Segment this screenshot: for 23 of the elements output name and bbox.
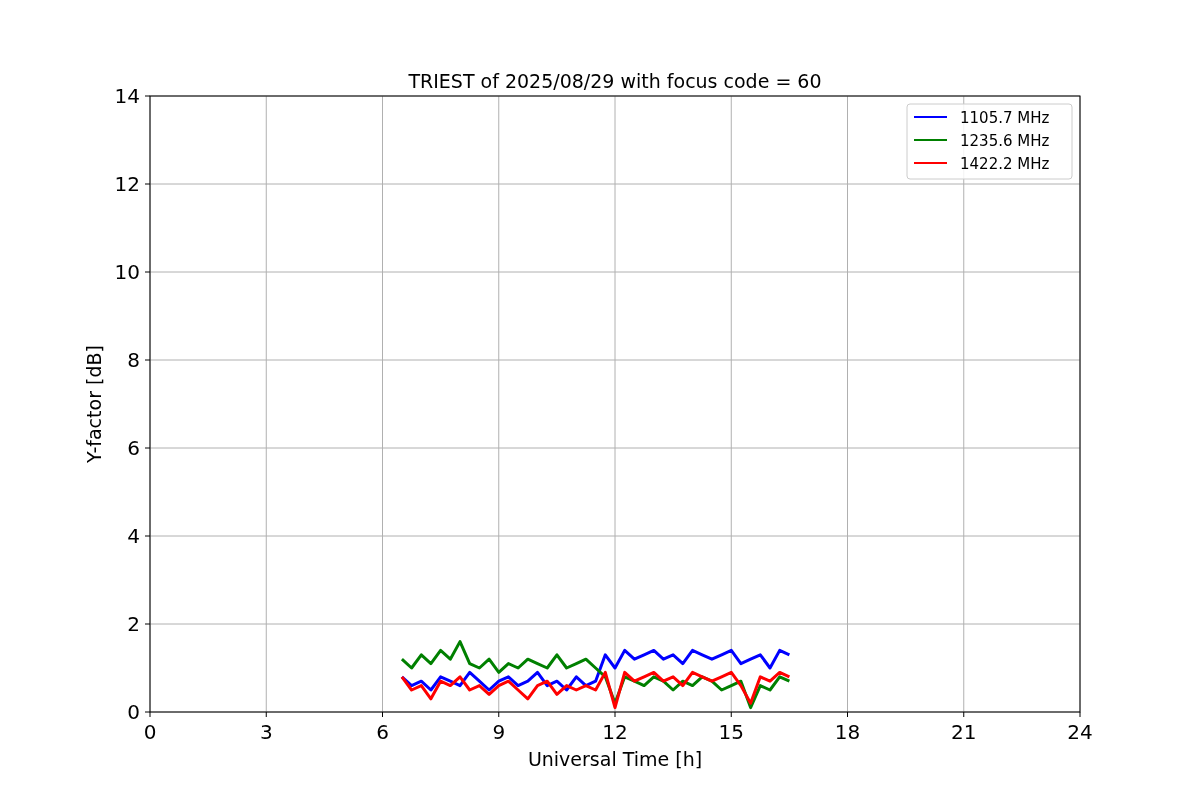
x-tick-label: 9: [492, 720, 506, 744]
y-tick-label: 0: [127, 700, 140, 724]
legend-label: 1422.2 MHz: [960, 155, 1050, 173]
y-tick-label: 4: [127, 524, 140, 548]
x-tick-label: 12: [602, 720, 628, 744]
chart-title: TRIEST of 2025/08/29 with focus code = 60: [408, 70, 822, 92]
y-tick-label: 14: [114, 84, 140, 108]
y-tick-label: 2: [127, 612, 140, 636]
y-tick-label: 10: [114, 260, 140, 284]
y-tick-label: 12: [114, 172, 140, 196]
x-tick-label: 18: [834, 720, 861, 744]
x-axis-label: Universal Time [h]: [527, 748, 703, 770]
x-tick-label: 3: [259, 720, 273, 744]
x-tick-label: 15: [718, 720, 744, 744]
y-axis-label: Y-factor [dB]: [83, 345, 105, 463]
x-tick-label: 0: [143, 720, 157, 744]
x-tick-label: 21: [951, 720, 977, 744]
y-tick-label: 6: [127, 436, 140, 460]
y-tick-label: 8: [127, 348, 140, 372]
x-tick-label: 6: [376, 720, 389, 744]
legend-label: 1105.7 MHz: [960, 109, 1050, 127]
legend-label: 1235.6 MHz: [960, 132, 1050, 150]
x-tick-label: 24: [1067, 720, 1093, 744]
